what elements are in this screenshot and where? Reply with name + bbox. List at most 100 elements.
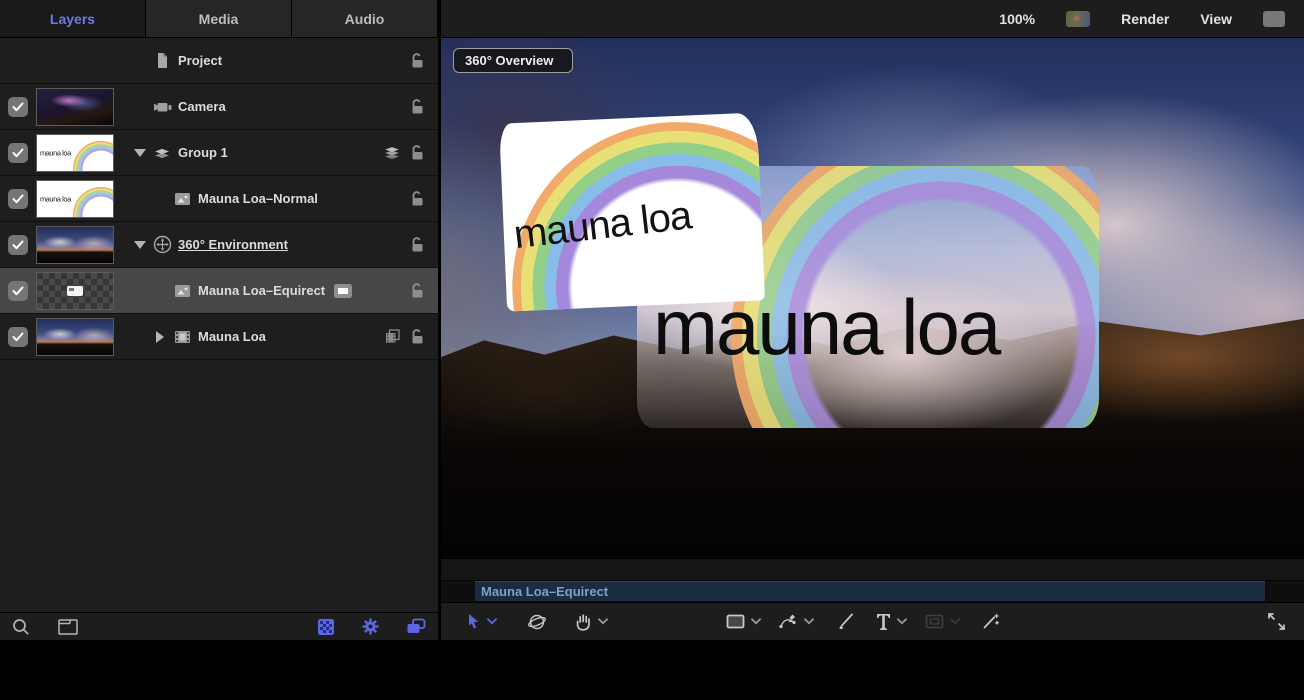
lock-open-icon[interactable] (409, 328, 426, 345)
chevron-down-icon[interactable] (950, 618, 960, 625)
layers-copy-icon[interactable] (406, 618, 426, 635)
rectangle-tool[interactable] (726, 614, 761, 629)
chevron-down-icon[interactable] (598, 618, 608, 625)
chevron-down-icon[interactable] (751, 618, 761, 625)
motion-window: Layers Media Audio 100% Render View (0, 0, 1304, 700)
timeline-clip-label: Mauna Loa–Equirect (481, 584, 608, 599)
layer-thumbnail (36, 88, 114, 126)
lock-open-icon[interactable] (409, 52, 426, 69)
render-menu[interactable]: Render (1121, 11, 1174, 27)
lock-open-icon[interactable] (409, 190, 426, 207)
tab-layers[interactable]: Layers (0, 0, 146, 37)
panel-layout-icon[interactable] (58, 619, 78, 635)
zoom-level-value: 100% (999, 11, 1035, 27)
expand-arrows-icon (1267, 612, 1286, 631)
thumb-rect (67, 286, 83, 296)
layer-row[interactable]: Mauna Loa–Equirect (0, 268, 438, 314)
checkerboard-icon[interactable] (317, 618, 335, 636)
canvas-preview-swatch-control[interactable] (1066, 11, 1095, 27)
layer-name: Mauna Loa–Equirect (198, 283, 325, 298)
layer-thumbnail (36, 318, 114, 356)
disclosure-triangle[interactable] (134, 241, 146, 249)
hand-icon (575, 613, 592, 631)
lock-open-icon[interactable] (409, 282, 426, 299)
canvas-toolbar (441, 602, 1304, 640)
panel-tabs: Layers Media Audio (0, 0, 441, 37)
chevron-down-icon[interactable] (804, 618, 814, 625)
timeline-clip-bar[interactable]: Mauna Loa–Equirect (475, 581, 1265, 601)
orbit-icon (527, 613, 547, 631)
zoom-level-control[interactable]: 100% (999, 11, 1040, 27)
paint-stroke-tool[interactable] (838, 613, 854, 630)
tab-media[interactable]: Media (146, 0, 292, 37)
layer-thumbnail: mauna loa (36, 180, 114, 218)
lock-open-icon[interactable] (409, 98, 426, 115)
gear-icon[interactable] (361, 617, 380, 636)
preview-swatch (1066, 11, 1090, 27)
visibility-checkbox[interactable] (8, 97, 28, 117)
top-bar: Layers Media Audio 100% Render View (0, 0, 1304, 38)
visibility-checkbox[interactable] (8, 327, 28, 347)
layer-row[interactable]: Camera (0, 84, 438, 130)
visibility-checkbox[interactable] (8, 235, 28, 255)
view-menu[interactable]: View (1200, 11, 1237, 27)
layer-thumbnail (36, 272, 114, 310)
pan-tool[interactable] (575, 613, 608, 631)
rainbow-graphic (73, 141, 114, 172)
bezier-pen-icon (779, 613, 798, 630)
layer-thumbnail (36, 226, 114, 264)
mini-timeline-ruler[interactable] (441, 558, 1304, 580)
adjust-item-tool[interactable] (982, 613, 1000, 630)
layer-name: Camera (178, 99, 226, 114)
wand-icon (982, 613, 1000, 630)
canvas-viewport[interactable]: mauna loa mauna loa 360° Overview (441, 38, 1304, 558)
layer-name: Mauna Loa–Normal (198, 191, 318, 206)
search-icon[interactable] (12, 618, 30, 636)
view-mode-label: 360° Overview (465, 53, 553, 68)
media-frames-icon (384, 328, 401, 345)
visibility-checkbox[interactable] (8, 281, 28, 301)
view-mode-dropdown[interactable]: 360° Overview (453, 48, 573, 73)
window-swatch (1263, 11, 1285, 27)
layer-row[interactable]: mauna loaGroup 1 (0, 130, 438, 176)
layer-row[interactable]: Mauna Loa (0, 314, 438, 360)
layer-row[interactable]: Project (0, 38, 438, 84)
visibility-checkbox[interactable] (8, 143, 28, 163)
overlay-text: mauna loa (653, 282, 999, 373)
layer-name: 360° Environment (178, 237, 288, 252)
mask-tool (925, 614, 960, 629)
disclosure-triangle[interactable] (134, 149, 146, 157)
viewer-controls: 100% Render View (441, 0, 1304, 37)
lock-open-icon[interactable] (409, 144, 426, 161)
layers-list: ProjectCameramauna loaGroup 1mauna loaMa… (0, 38, 438, 612)
tab-audio[interactable]: Audio (292, 0, 438, 37)
bezier-tool[interactable] (779, 613, 814, 630)
disclosure-triangle[interactable] (156, 331, 164, 343)
layer-name: Project (178, 53, 222, 68)
thumb-text: mauna loa (40, 148, 71, 156)
expand-view[interactable] (1267, 612, 1286, 631)
rect-shape-icon (726, 614, 745, 629)
layer-row[interactable]: 360° Environment (0, 222, 438, 268)
mask-rect-icon (925, 614, 944, 629)
rect-badge-icon (333, 283, 353, 299)
camera-icon (153, 100, 172, 114)
orbit-tool[interactable] (527, 613, 547, 631)
brush-icon (838, 613, 854, 630)
layers-panel: ProjectCameramauna loaGroup 1mauna loaMa… (0, 38, 441, 640)
mini-timeline-track: Mauna Loa–Equirect (441, 580, 1304, 602)
document-icon (154, 52, 170, 69)
text-tool[interactable] (876, 613, 907, 630)
select-tool[interactable] (465, 613, 497, 630)
chevron-down-icon[interactable] (487, 618, 497, 625)
select-arrow-icon (465, 613, 481, 630)
text-t-icon (876, 613, 891, 630)
layers-stack-icon (383, 145, 401, 160)
lock-open-icon[interactable] (409, 236, 426, 253)
group-icon (153, 146, 171, 160)
visibility-checkbox[interactable] (8, 189, 28, 209)
window-layout-control[interactable] (1263, 11, 1290, 27)
chevron-down-icon[interactable] (897, 618, 907, 625)
layer-row[interactable]: mauna loa Mauna Loa–Normal (0, 176, 438, 222)
render-menu-label: Render (1121, 11, 1169, 27)
